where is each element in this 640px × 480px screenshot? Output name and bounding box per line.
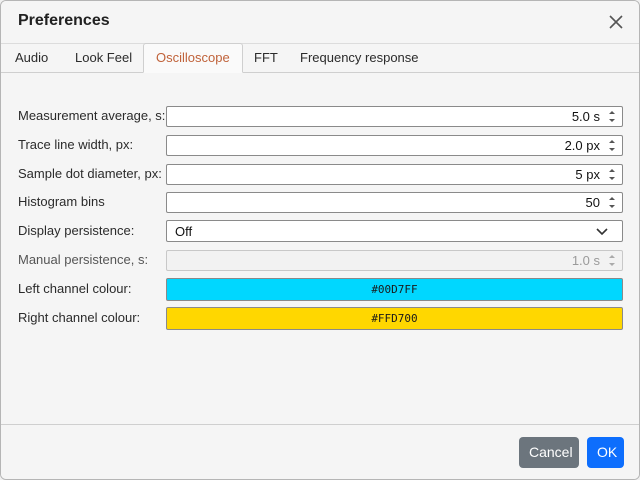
preferences-dialog: Preferences Audio Look Feel Oscilloscope… <box>0 0 640 480</box>
manual-persistence-spinbox: 1.0 s <box>166 250 623 271</box>
display-persistence-label: Display persistence: <box>18 223 135 238</box>
measurement-average-spinbox[interactable]: 5.0 s <box>166 106 623 127</box>
dialog-footer: Cancel OK <box>1 424 639 479</box>
sample-dot-diameter-value: 5 px <box>575 167 600 182</box>
trace-line-width-value: 2.0 px <box>564 138 600 153</box>
tab-fft[interactable]: FFT <box>242 43 290 72</box>
spin-down-icon[interactable] <box>609 205 615 208</box>
tab-oscilloscope[interactable]: Oscilloscope <box>143 43 243 73</box>
spin-up-icon[interactable] <box>609 111 615 114</box>
spin-down-icon[interactable] <box>609 119 615 122</box>
left-channel-colour-button[interactable]: #00D7FF <box>166 278 623 301</box>
spin-arrows[interactable] <box>606 137 620 154</box>
dialog-header: Preferences <box>1 1 639 44</box>
histogram-bins-spinbox[interactable]: 50 <box>166 192 623 213</box>
histogram-bins-value: 50 <box>585 195 600 210</box>
spin-down-icon <box>609 263 615 266</box>
close-icon <box>609 15 623 29</box>
tab-bar: Audio Look Feel Oscilloscope FFT Frequen… <box>1 43 639 73</box>
sample-dot-diameter-spinbox[interactable]: 5 px <box>166 164 623 185</box>
spin-arrows[interactable] <box>606 166 620 183</box>
measurement-average-value: 5.0 s <box>571 109 600 124</box>
left-channel-colour-label: Left channel colour: <box>18 281 132 296</box>
dialog-title: Preferences <box>18 12 110 29</box>
spin-arrows[interactable] <box>606 108 620 125</box>
ok-button[interactable]: OK <box>587 437 624 468</box>
manual-persistence-label: Manual persistence, s: <box>18 252 149 267</box>
tab-audio[interactable]: Audio <box>3 43 60 72</box>
spin-arrows <box>606 252 620 269</box>
manual-persistence-value: 1.0 s <box>571 253 600 268</box>
right-channel-colour-label: Right channel colour: <box>18 310 141 325</box>
histogram-bins-label: Histogram bins <box>18 194 105 209</box>
close-button[interactable] <box>601 9 631 35</box>
trace-line-width-spinbox[interactable]: 2.0 px <box>166 135 623 156</box>
tab-look-feel[interactable]: Look Feel <box>63 43 144 72</box>
display-persistence-value: Off <box>175 224 193 239</box>
right-channel-colour-button[interactable]: #FFD700 <box>166 307 623 330</box>
tab-frequency-response[interactable]: Frequency response <box>288 43 431 72</box>
display-persistence-select[interactable]: Off <box>166 220 623 242</box>
spin-up-icon[interactable] <box>609 140 615 143</box>
chevron-down-icon <box>596 228 608 236</box>
spin-up-icon[interactable] <box>609 197 615 200</box>
spin-up-icon[interactable] <box>609 169 615 172</box>
spin-down-icon[interactable] <box>609 177 615 180</box>
measurement-average-label: Measurement average, s: <box>18 108 166 123</box>
sample-dot-diameter-label: Sample dot diameter, px: <box>18 166 162 181</box>
cancel-button[interactable]: Cancel <box>519 437 579 468</box>
spin-down-icon[interactable] <box>609 148 615 151</box>
spin-up-icon <box>609 255 615 258</box>
spin-arrows[interactable] <box>606 194 620 211</box>
trace-line-width-label: Trace line width, px: <box>18 137 134 152</box>
